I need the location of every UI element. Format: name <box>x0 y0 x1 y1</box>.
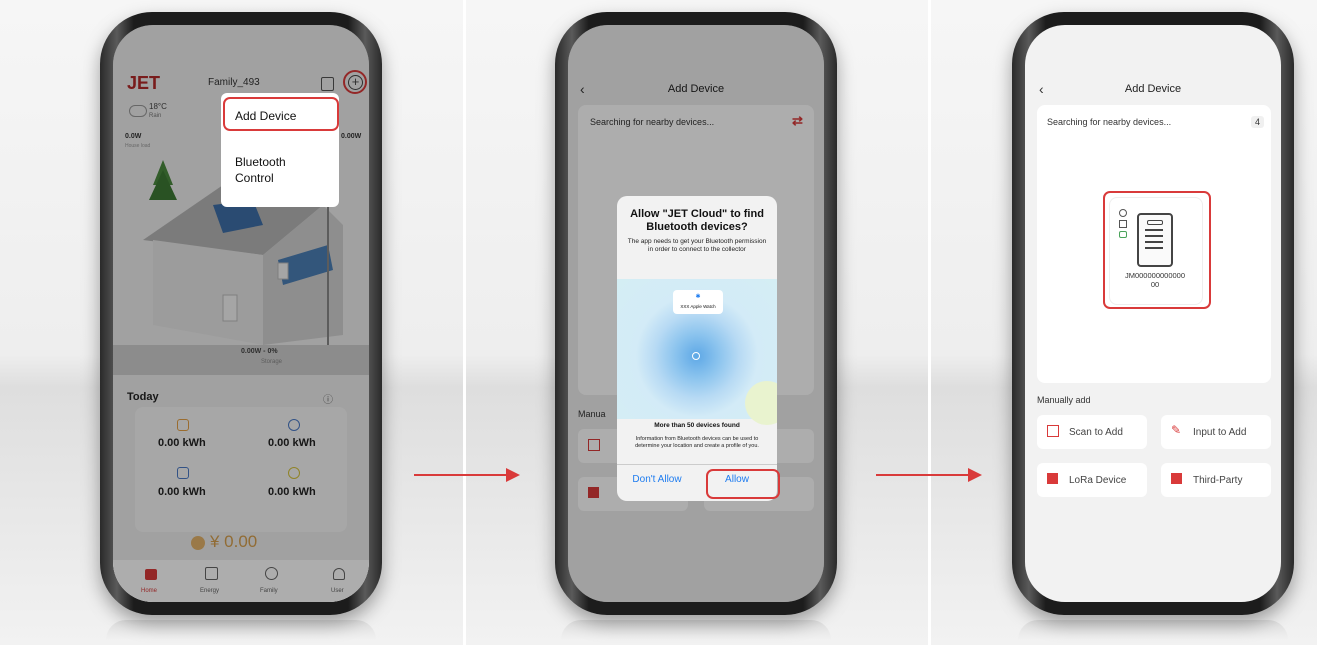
allow-highlight <box>706 469 780 499</box>
dont-allow-button[interactable]: Don't Allow <box>617 474 697 485</box>
home-screen: JET Family_493 + 18°C Rain 0.0W House lo… <box>113 25 369 602</box>
radar-glow <box>745 381 777 425</box>
device-count-badge: 4 <box>1251 116 1265 128</box>
dialog-divider <box>617 464 777 465</box>
phone-reflection <box>106 620 376 640</box>
phone-reflection <box>561 620 831 640</box>
phone-device-found: ‹ Add Device Searching for nearby device… <box>1012 12 1294 615</box>
permission-dialog: Allow "JET Cloud" to find Bluetooth devi… <box>617 196 777 501</box>
dialog-message: The app needs to get your Bluetooth perm… <box>627 238 767 253</box>
device-found-screen: ‹ Add Device Searching for nearby device… <box>1025 25 1281 602</box>
input-to-add-label: Input to Add <box>1193 427 1247 438</box>
lora-device-button[interactable]: LoRa Device <box>1037 463 1147 497</box>
add-device-highlight <box>223 97 339 131</box>
arrow-step2 <box>876 468 982 482</box>
device-highlight <box>1103 191 1211 309</box>
dialog-info: Information from Bluetooth devices can b… <box>635 436 759 449</box>
scan-icon <box>1047 425 1059 437</box>
phone-home: JET Family_493 + 18°C Rain 0.0W House lo… <box>100 12 382 615</box>
phone-permission: ‹ Add Device Searching for nearby device… <box>555 12 837 615</box>
radar-area: ✱ XXX Apple Watch <box>617 279 777 425</box>
phone-reflection <box>1018 620 1288 640</box>
arrow-step1 <box>414 468 520 482</box>
third-party-icon <box>1171 473 1182 484</box>
radar-center <box>692 352 700 360</box>
lora-device-label: LoRa Device <box>1069 475 1127 486</box>
searching-text: Searching for nearby devices... <box>1047 117 1172 127</box>
page-title: Add Device <box>1124 83 1182 95</box>
input-to-add-button[interactable]: ✎ Input to Add <box>1161 415 1271 449</box>
device-chip-label: XXX Apple Watch <box>680 304 716 309</box>
lora-icon <box>1047 473 1058 484</box>
bluetooth-icon: ✱ <box>695 294 701 300</box>
third-party-button[interactable]: Third-Party <box>1161 463 1271 497</box>
scan-to-add-label: Scan to Add <box>1069 427 1123 438</box>
permission-screen: ‹ Add Device Searching for nearby device… <box>568 25 824 602</box>
manual-add-label: Manually add <box>1037 395 1091 405</box>
pencil-icon: ✎ <box>1171 423 1182 437</box>
menu-bluetooth-control[interactable]: Bluetooth Control <box>235 154 286 186</box>
dialog-title: Allow "JET Cloud" to find Bluetooth devi… <box>630 208 764 233</box>
third-party-label: Third-Party <box>1193 475 1243 486</box>
devices-found: More than 50 devices found <box>654 422 740 429</box>
scan-to-add-button[interactable]: Scan to Add <box>1037 415 1147 449</box>
